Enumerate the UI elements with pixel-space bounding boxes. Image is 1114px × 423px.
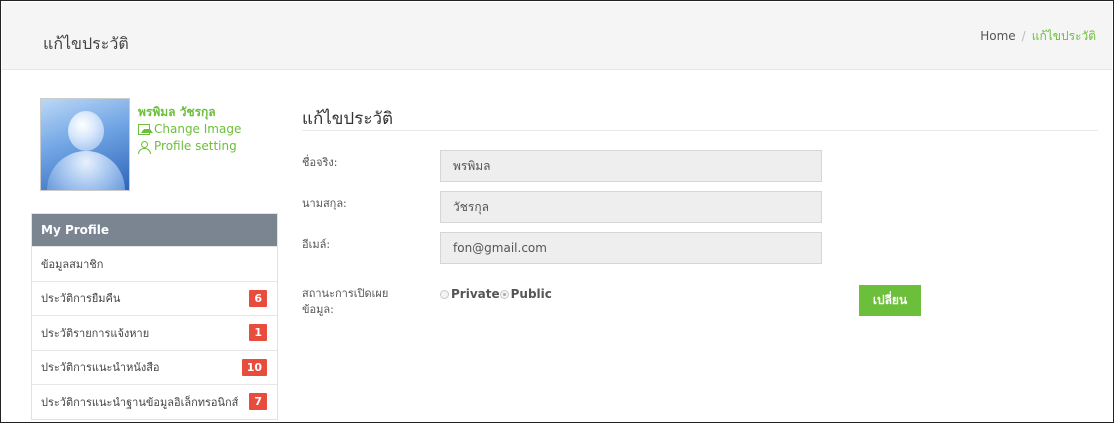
page-frame: แก้ไขประวัติ Home / แก้ไขประวัติ พรพิมล วั… [0,0,1114,423]
breadcrumb: Home / แก้ไขประวัติ [980,27,1096,46]
first-name-label: ชื่อจริง: [302,156,338,169]
count-badge: 1 [249,324,267,342]
menu-item-book-suggestion-history[interactable]: ประวัติการแนะนำหนังสือ 10 [32,349,277,384]
visibility-label-line2: ข้อมูล: [302,303,334,316]
breadcrumb-separator: / [1021,29,1026,43]
avatar-head [68,111,104,151]
menu-item-lost-report-history[interactable]: ประวัติรายการแจ้งหาย 1 [32,315,277,350]
visibility-label-line1: สถานะการเปิดเผย [302,287,389,300]
email-field[interactable]: fon@gmail.com [440,232,822,264]
avatar [40,98,130,191]
menu-item-label: ประวัติการยืมคืน [41,292,121,306]
last-name-label: นามสกุล: [302,197,347,210]
profile-menu: My Profile ข้อมูลสมาชิก ประวัติการยืมคืน… [31,213,278,420]
count-badge: 6 [249,289,267,307]
email-label: อีเมล์: [302,238,331,251]
avatar-shoulders [47,151,125,190]
change-image-label: Change Image [154,122,242,136]
form-title: แก้ไขประวัติ [302,109,394,129]
menu-item-label: ประวัติการแนะนำหนังสือ [41,361,160,375]
change-button[interactable]: เปลี่ยน [859,285,921,316]
menu-item-label: ประวัติการแนะนำฐานข้อมูลอิเล็กทรอนิกส์ [41,395,239,409]
profile-links: พรพิมล วัชรกุล Change Image Profile sett… [138,104,241,155]
menu-item-label: ประวัติรายการแจ้งหาย [41,326,150,340]
count-badge: 7 [249,393,267,411]
page-title: แก้ไขประวัติ [43,34,129,53]
private-radio[interactable] [440,289,449,299]
first-name-field[interactable]: พรพิมล [440,150,822,182]
menu-item-member-info[interactable]: ข้อมูลสมาชิก [32,246,277,281]
menu-item-borrow-history[interactable]: ประวัติการยืมคืน 6 [32,280,277,315]
breadcrumb-home-link[interactable]: Home [980,29,1015,43]
image-icon [138,124,153,135]
last-name-field[interactable]: วัชรกุล [440,191,822,223]
menu-header: My Profile [32,214,277,246]
user-icon [138,140,151,154]
menu-item-label: ข้อมูลสมาชิก [41,257,104,271]
breadcrumb-current: แก้ไขประวัติ [1031,29,1096,43]
profile-setting-label: Profile setting [154,139,237,153]
change-image-link[interactable]: Change Image [138,121,241,138]
form-divider [302,130,1098,131]
public-radio[interactable] [499,289,509,299]
count-badge: 10 [241,358,267,376]
menu-item-database-suggestion-history[interactable]: ประวัติการแนะนำฐานข้อมูลอิเล็กทรอนิกส์ 7 [32,384,277,419]
visibility-label: สถานะการเปิดเผย ข้อมูล: [302,286,388,318]
private-radio-label: Private [451,287,500,301]
profile-name: พรพิมล วัชรกุล [138,105,216,119]
profile-setting-link[interactable]: Profile setting [138,138,241,155]
page-header: แก้ไขประวัติ Home / แก้ไขประวัติ [2,2,1112,70]
public-radio-label: Public [510,287,552,301]
visibility-radio-group: Private Public [440,287,552,301]
